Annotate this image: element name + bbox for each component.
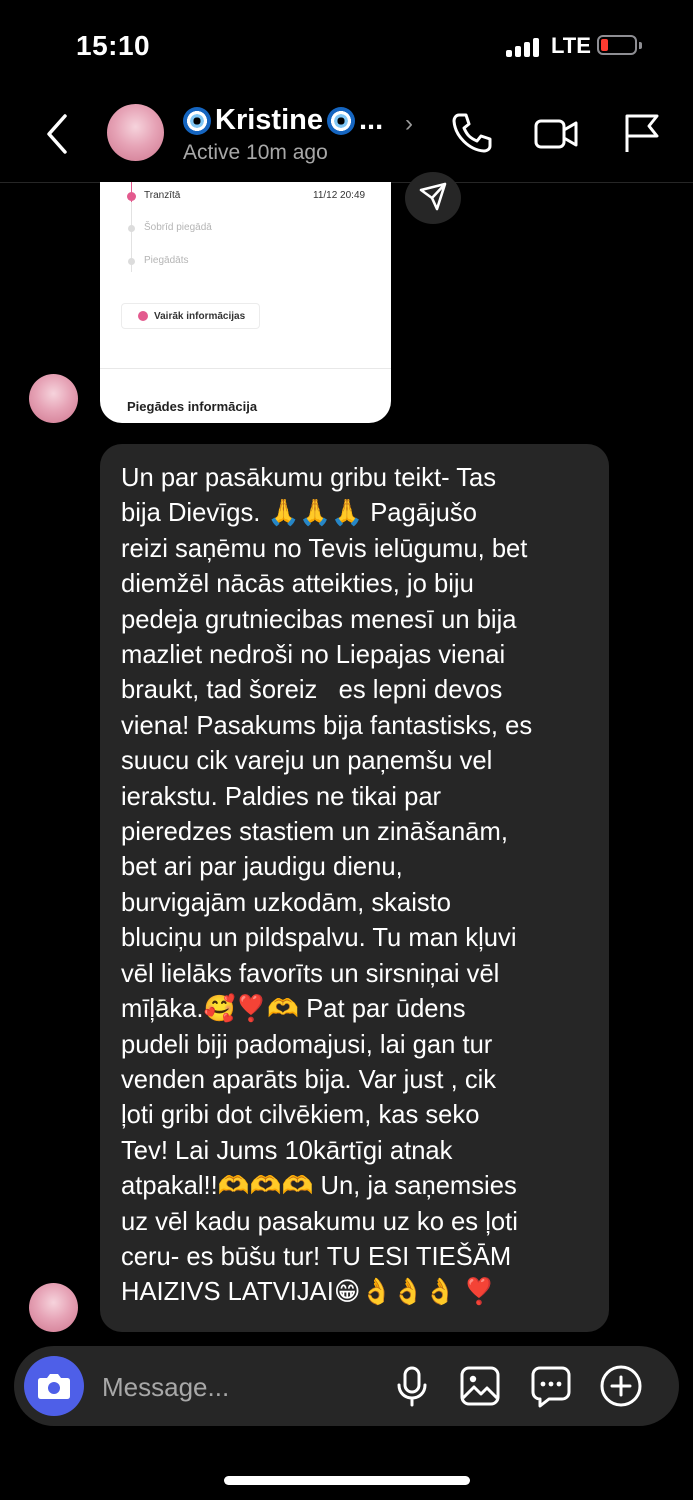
- voice-message-button[interactable]: [390, 1364, 434, 1408]
- message-bubble[interactable]: Un par pasākumu gribu teikt- Tas bija Die…: [100, 444, 609, 1332]
- card-footer-title: Piegādes informācija: [127, 399, 258, 414]
- message-line: atpakal!!🫶🫶🫶 Un, ja saņemsies: [121, 1172, 517, 1201]
- message-line: mazliet nedroši no Liepajas vienai: [121, 641, 506, 670]
- message-line: diemžēl nācās atteikties, jo biju: [121, 570, 474, 599]
- add-button[interactable]: [599, 1364, 643, 1408]
- message-line: Un par pasākumu gribu teikt- Tas: [121, 464, 497, 492]
- nazar-eye-icon: [183, 106, 211, 135]
- message-line: HAIZIVS LATVIJAI😁👌👌👌 ❣️: [121, 1278, 496, 1307]
- contact-avatar[interactable]: [107, 104, 164, 161]
- message-input[interactable]: [100, 1366, 374, 1408]
- status-bar: 15:10 LTE: [0, 0, 693, 90]
- flag-icon: [625, 114, 659, 152]
- video-call-icon: [534, 119, 578, 149]
- report-button[interactable]: [619, 110, 665, 156]
- sticker-button[interactable]: [529, 1364, 573, 1408]
- gallery-icon: [460, 1366, 500, 1406]
- timeline-dot: [128, 258, 135, 265]
- home-indicator: [224, 1476, 470, 1485]
- chevron-right-icon[interactable]: ›: [405, 110, 413, 138]
- timeline-step-label: Tranzītā: [144, 190, 181, 201]
- message-line: vēl lielāks favorīts un sirsniņai vēl: [121, 959, 500, 988]
- sticker-icon: [531, 1366, 571, 1408]
- signal-icon: [506, 37, 544, 57]
- message-line: pudeli biji padomajusi, lai gan tur: [121, 1030, 493, 1059]
- message-text: Un par pasākumu gribu teikt- Tas bija Die…: [121, 461, 589, 1311]
- message-line: venden aparāts bija. Var just , cik: [121, 1065, 497, 1094]
- card-divider: [100, 368, 391, 369]
- message-line: suucu cik vareju un paņemšu vel: [121, 747, 493, 776]
- name-truncation: ...: [358, 104, 384, 136]
- timeline-dot: [128, 225, 135, 232]
- battery-icon: [597, 35, 642, 55]
- phone-call-button[interactable]: [449, 110, 495, 156]
- info-icon: [138, 311, 148, 321]
- camera-button[interactable]: [24, 1356, 84, 1416]
- contact-status: Active 10m ago: [183, 141, 328, 164]
- timeline-dot-active: [127, 192, 136, 201]
- message-line: ierakstu. Paldies ne tikai par: [121, 782, 442, 811]
- more-info-label: Vairāk informācijas: [154, 310, 246, 322]
- send-icon: [419, 182, 447, 211]
- message-line: bluciņu un pildspalvu. Tu man kļuvi: [121, 924, 517, 953]
- message-line: Tev! Lai Jums 10kārtīgi atnak: [121, 1136, 453, 1165]
- back-icon: [47, 114, 67, 154]
- message-line: ceru- es būšu tur! TU ESI TIEŠĀM: [121, 1242, 512, 1271]
- add-icon: [600, 1365, 642, 1407]
- message-line: pedeja grutniecibas menesī un bija: [121, 605, 517, 634]
- camera-icon: [38, 1374, 70, 1399]
- chat-header: Kristine ... › Active 10m ago: [0, 92, 693, 183]
- sender-avatar[interactable]: [29, 374, 78, 423]
- microphone-icon: [397, 1366, 427, 1407]
- timeline-step-label: Piegādāts: [144, 255, 189, 266]
- video-call-button[interactable]: [533, 110, 579, 156]
- message-line: ļoti gribi dot cilvēkiem, kas seko: [121, 1101, 480, 1130]
- message-composer: [14, 1346, 679, 1426]
- nazar-eye-icon: [326, 106, 355, 135]
- message-line: bet ari par jaudigu dienu,: [121, 853, 403, 882]
- message-line: viena! Pasakums bija fantastisks, es: [121, 711, 533, 740]
- share-button[interactable]: [405, 172, 461, 224]
- shared-post-card[interactable]: Tranzītā 11/12 20:49 Šobrīd piegādā Pieg…: [100, 182, 391, 423]
- gallery-button[interactable]: [458, 1364, 502, 1408]
- message-line: pieredzes stastiem un zināšanām,: [121, 818, 508, 847]
- status-time: 15:10: [76, 30, 151, 61]
- back-button[interactable]: [40, 112, 74, 156]
- message-line: uz vēl kadu pasakumu uz ko es ļoti: [121, 1207, 518, 1236]
- phone-icon: [452, 113, 492, 153]
- contact-name[interactable]: Kristine ...: [183, 104, 383, 137]
- message-line: mīļāka.🥰❣️🫶 Pat par ūdens: [121, 995, 466, 1024]
- sender-avatar[interactable]: [29, 1283, 78, 1332]
- message-line: bija Dievīgs. 🙏🙏🙏 Pagājušo: [121, 499, 477, 528]
- network-label: LTE: [551, 33, 591, 58]
- timeline-step-label: Šobrīd piegādā: [144, 222, 212, 233]
- message-line: reizi saņēmu no Tevis ielūgumu, bet: [121, 534, 528, 563]
- timeline-step-date: 11/12 20:49: [313, 190, 366, 201]
- contact-name-text: Kristine: [215, 104, 323, 136]
- more-info-button[interactable]: Vairāk informācijas: [121, 303, 260, 329]
- message-line: burvigajām uzkodām, skaisto: [121, 888, 452, 917]
- message-line: braukt, tad šoreiz es lepni devos: [121, 676, 503, 705]
